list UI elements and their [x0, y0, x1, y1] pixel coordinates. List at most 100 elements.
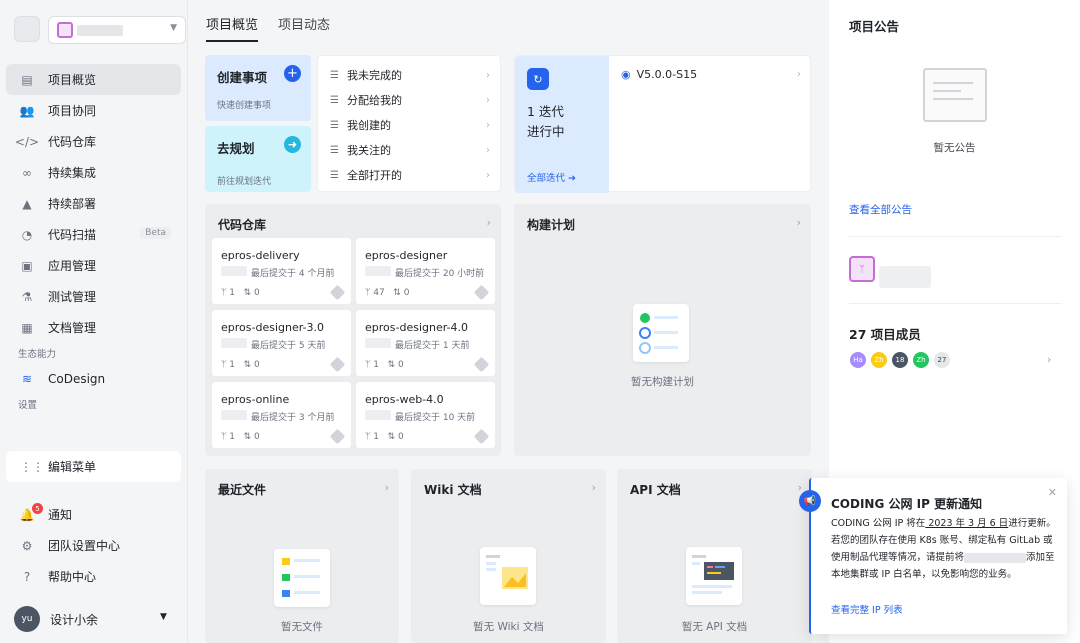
branch-count: 1: [229, 360, 235, 370]
sidebar-item-overview[interactable]: ▤ 项目概览: [6, 64, 181, 95]
chevron-right-icon[interactable]: ›: [797, 216, 801, 229]
committer-redacted: [365, 410, 391, 420]
repo-card[interactable]: epros-designer-4.0 最后提交于 1 天前 ᛘ 1 ⇅ 0: [356, 310, 495, 376]
filter-item[interactable]: ☰ 分配给我的 ›: [330, 92, 490, 108]
mr-count: 0: [253, 432, 260, 442]
mr-count: 0: [253, 288, 260, 298]
plan-card[interactable]: 去规划 ➜ 前往规划迭代: [205, 126, 311, 192]
chevron-right-icon[interactable]: ›: [487, 216, 491, 229]
empty-build-illustration: [633, 304, 689, 362]
repo-meta: ᛘ 1 ⇅ 0: [221, 288, 260, 298]
iteration-summary: ↻ 1 迭代 进行中 全部迭代 ➔: [515, 56, 609, 193]
chevron-right-icon[interactable]: ›: [798, 481, 802, 494]
wiki-title[interactable]: Wiki 文档: [424, 481, 482, 498]
sidebar-item-notifications[interactable]: 🔔 5 通知: [6, 499, 181, 530]
all-iterations-link[interactable]: 全部迭代 ➔: [527, 170, 576, 184]
sidebar-item-apps[interactable]: ▣ 应用管理: [6, 250, 181, 281]
git-icon: [329, 356, 346, 373]
member-avatars[interactable]: Ha Zh 18 Zh 27: [849, 351, 954, 369]
iteration-count: 1 迭代 进行中: [527, 102, 565, 142]
sidebar-item-help[interactable]: ? 帮助中心: [6, 561, 181, 592]
sidebar-item-test[interactable]: ⚗ 测试管理: [6, 281, 181, 312]
repo-card[interactable]: epros-designer-3.0 最后提交于 5 天前 ᛘ 1 ⇅ 0: [212, 310, 351, 376]
project-select[interactable]: ▼: [48, 16, 186, 44]
chevron-right-icon[interactable]: ›: [1047, 353, 1051, 366]
files-illustration: [274, 549, 330, 607]
repo-commit: 最后提交于 5 天前: [251, 341, 326, 351]
settings-icon: ⚙: [21, 538, 33, 553]
team-icon: 👥: [19, 103, 35, 118]
team-logo[interactable]: [14, 16, 40, 42]
main-content: 项目概览 项目动态 创建事项 + 快速创建事项 去规划 ➜ 前往规划迭代 ☰ 我未…: [188, 0, 829, 643]
workspace-switcher: ▼: [14, 16, 186, 44]
committer-redacted: [221, 266, 247, 276]
repo-card[interactable]: epros-online 最后提交于 3 个月前 ᛘ 1 ⇅ 0: [212, 382, 351, 448]
view-all-notices-link[interactable]: 查看全部公告: [849, 202, 912, 217]
avatar: yu: [14, 606, 40, 632]
notification-body: CODING 公网 IP 将在 2023 年 3 月 6 日进行更新。若您的团队…: [831, 515, 1057, 583]
build-list-icon: [639, 313, 678, 354]
empty-notice-text: 暂无公告: [933, 142, 976, 154]
scan-icon: ◔: [21, 227, 33, 242]
chevron-right-icon: ›: [486, 94, 490, 106]
codesign-icon: ≋: [21, 371, 33, 386]
user-menu[interactable]: yu 设计小余 ▼: [14, 606, 167, 632]
sidebar-item-scan[interactable]: ◔ 代码扫描 Beta: [6, 219, 181, 250]
create-issue-title: 创建事项: [217, 70, 268, 85]
iteration-card: ↻ 1 迭代 进行中 全部迭代 ➔ ◉ V5.0.0-S15 ›: [514, 55, 811, 193]
filter-item[interactable]: ☰ 我创建的 ›: [330, 117, 490, 133]
files-icon: [282, 558, 320, 597]
filter-item[interactable]: ☰ 我关注的 ›: [330, 142, 490, 158]
sidebar-item-cd[interactable]: ▲ 持续部署: [6, 188, 181, 219]
sidebar-item-codesign[interactable]: ≋ CoDesign: [6, 363, 181, 394]
tab-activity[interactable]: 项目动态: [278, 14, 330, 42]
create-issue-card[interactable]: 创建事项 + 快速创建事项: [205, 55, 311, 121]
filter-icon: ☰: [330, 94, 339, 106]
sidebar-item-code[interactable]: </> 代码仓库: [6, 126, 181, 157]
filter-icon: ☰: [330, 119, 339, 131]
repo-meta: ᛘ 1 ⇅ 0: [221, 432, 260, 442]
section-label-settings: 设置: [18, 400, 38, 411]
iteration-version-item[interactable]: ◉ V5.0.0-S15 ›: [621, 68, 801, 81]
notice-title: 项目公告: [849, 19, 900, 34]
build-panel: 构建计划 › 暂无构建计划: [514, 204, 811, 456]
chevron-right-icon[interactable]: ›: [592, 481, 596, 494]
repo-card[interactable]: epros-web-4.0 最后提交于 10 天前 ᛘ 1 ⇅ 0: [356, 382, 495, 448]
sidebar-item-team-settings[interactable]: ⚙ 团队设置中心: [6, 530, 181, 561]
iteration-icon: ↻: [527, 68, 549, 90]
sidebar-nav: ▤ 项目概览 👥 项目协同 </> 代码仓库 ∞ 持续集成 ▲ 持续部署 ◔ 代码扫描 Bet…: [6, 64, 181, 414]
repo-card[interactable]: epros-delivery 最后提交于 4 个月前 ᛘ 1 ⇅ 0: [212, 238, 351, 304]
chevron-down-icon: ▼: [170, 23, 177, 33]
filter-item[interactable]: ☰ 我未完成的 ›: [330, 67, 490, 83]
edit-menu-button[interactable]: ⋮⋮⋮ 编辑菜单: [6, 451, 181, 482]
members-title[interactable]: 27 项目成员: [849, 324, 921, 343]
api-title[interactable]: API 文档: [630, 481, 681, 498]
recent-files-panel: 最近文件 › 暂无文件: [205, 469, 399, 643]
flask-icon: ⚗: [21, 289, 33, 304]
notification-title: CODING 公网 IP 更新通知: [831, 497, 983, 511]
tab-overview[interactable]: 项目概览: [206, 14, 259, 42]
sidebar-item-docs[interactable]: ▦ 文档管理: [6, 312, 181, 343]
recent-files-title[interactable]: 最近文件: [218, 481, 266, 498]
sidebar-item-label: 团队设置中心: [48, 539, 121, 553]
mr-count: 0: [403, 288, 410, 298]
sidebar-item-collab[interactable]: 👥 项目协同: [6, 95, 181, 126]
create-issue-subtitle: 快速创建事项: [217, 101, 272, 111]
chevron-right-icon: ›: [486, 144, 490, 156]
repo-panel-title[interactable]: 代码仓库: [218, 216, 266, 233]
wiki-panel: Wiki 文档 › 暂无 Wiki 文档: [411, 469, 606, 643]
project-icon: [57, 22, 73, 38]
board-line: [933, 90, 961, 92]
view-ip-list-link[interactable]: 查看完整 IP 列表: [831, 602, 903, 616]
filter-icon: ☰: [330, 169, 339, 181]
ip-update-notification: 📢 CODING 公网 IP 更新通知 ✕ CODING 公网 IP 将在 20…: [799, 478, 1067, 634]
filter-item[interactable]: ☰ 全部打开的 ›: [330, 167, 490, 183]
board-line: [933, 82, 973, 84]
plus-icon: +: [284, 65, 301, 82]
repo-card[interactable]: epros-designer 最后提交于 20 小时前 ᛘ 47 ⇅ 0: [356, 238, 495, 304]
build-panel-title[interactable]: 构建计划: [527, 216, 575, 233]
sidebar-bottom-nav: 🔔 5 通知 ⚙ 团队设置中心 ? 帮助中心: [6, 499, 181, 592]
chevron-right-icon[interactable]: ›: [385, 481, 389, 494]
close-icon[interactable]: ✕: [1048, 486, 1057, 499]
sidebar-item-ci[interactable]: ∞ 持续集成: [6, 157, 181, 188]
